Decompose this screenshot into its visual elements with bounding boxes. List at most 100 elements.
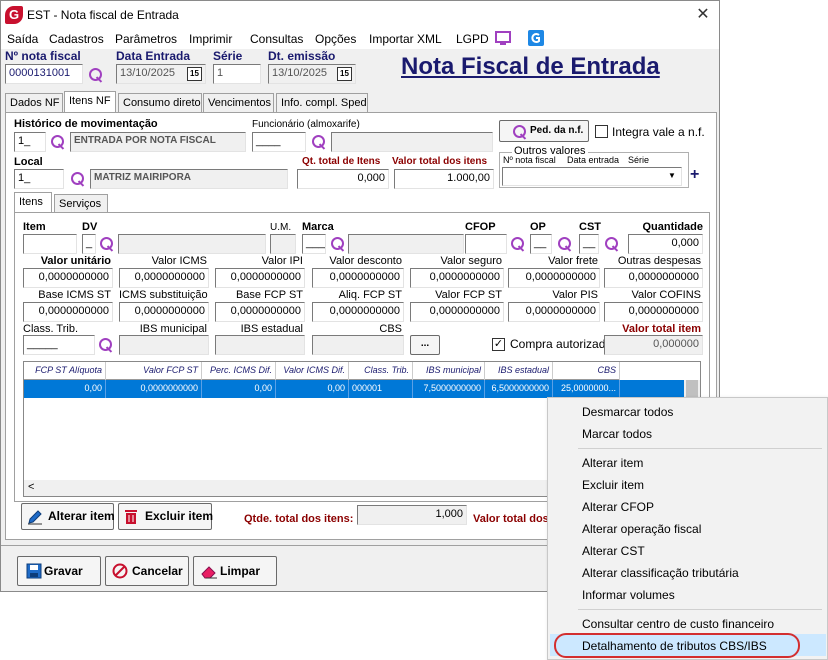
grid-header-cell[interactable]: Valor FCP ST bbox=[106, 362, 202, 380]
menu-alterar-classificacao[interactable]: Alterar classificação tributária bbox=[582, 566, 739, 580]
grid-header-cell[interactable]: Perc. ICMS Dif. bbox=[202, 362, 276, 380]
menu-saida[interactable]: Saída bbox=[7, 32, 38, 46]
g-app-icon[interactable] bbox=[528, 30, 544, 46]
class-trib-input[interactable]: _____ bbox=[23, 335, 95, 355]
cfop-input[interactable] bbox=[465, 234, 507, 254]
quantidade-input[interactable]: 0,000 bbox=[628, 234, 703, 254]
historico-code-input[interactable]: 1_ bbox=[14, 132, 46, 152]
grid-cell[interactable]: 0,00 bbox=[276, 380, 349, 398]
valor-fcp-st-input[interactable]: 0,0000000000 bbox=[410, 302, 504, 322]
grid-header-cell[interactable]: CBS bbox=[553, 362, 620, 380]
marca-input[interactable]: ____ bbox=[302, 234, 326, 254]
cancelar-button[interactable]: Cancelar bbox=[105, 556, 189, 586]
excluir-item-button[interactable]: Excluir item bbox=[118, 503, 213, 530]
nota-fiscal-search-icon[interactable] bbox=[88, 67, 104, 83]
compra-autorizada-checkbox[interactable]: ✓ bbox=[492, 338, 505, 351]
grid-cell[interactable]: 0,0000000000 bbox=[106, 380, 202, 398]
base-icms-st-input[interactable]: 0,0000000000 bbox=[23, 302, 113, 322]
grid-header-cell[interactable]: IBS estadual bbox=[485, 362, 553, 380]
cbs-detail-button[interactable]: ... bbox=[410, 335, 440, 355]
menu-desmarcar-todos[interactable]: Desmarcar todos bbox=[582, 405, 673, 419]
funcionario-input[interactable]: ____ bbox=[252, 132, 306, 152]
grid-cell[interactable]: 0,00 bbox=[202, 380, 276, 398]
marca-search-icon[interactable] bbox=[330, 236, 346, 252]
add-icon[interactable]: + bbox=[690, 166, 699, 184]
menu-importar-xml[interactable]: Importar XML bbox=[369, 32, 442, 46]
menu-excluir-item[interactable]: Excluir item bbox=[582, 478, 644, 492]
cfop-search-icon[interactable] bbox=[510, 236, 526, 252]
grid-header-cell[interactable]: Class. Trib. bbox=[349, 362, 413, 380]
menu-cadastros[interactable]: Cadastros bbox=[49, 32, 104, 46]
tab-itens-nf[interactable]: Itens NF bbox=[64, 91, 116, 113]
tab-dados-nf[interactable]: Dados NF bbox=[5, 93, 63, 113]
grid-cell[interactable]: 000001 bbox=[349, 380, 413, 398]
menu-consultar-centro-custo[interactable]: Consultar centro de custo financeiro bbox=[582, 617, 774, 631]
menu-imprimir[interactable]: Imprimir bbox=[189, 32, 232, 46]
tab-info-compl-sped[interactable]: Info. compl. Sped bbox=[276, 93, 368, 113]
local-search-icon[interactable] bbox=[70, 171, 86, 187]
menu-alterar-cst[interactable]: Alterar CST bbox=[582, 544, 645, 558]
tab-consumo-direto[interactable]: Consumo direto bbox=[118, 93, 202, 113]
menu-consultas[interactable]: Consultas bbox=[250, 32, 303, 46]
tab-vencimentos[interactable]: Vencimentos bbox=[203, 93, 274, 113]
valor-ipi-input[interactable]: 0,0000000000 bbox=[215, 268, 305, 288]
um-label: U.M. bbox=[270, 222, 292, 233]
nota-fiscal-input[interactable]: 0000131001 bbox=[5, 64, 83, 84]
historico-search-icon[interactable] bbox=[50, 134, 66, 150]
menu-alterar-item[interactable]: Alterar item bbox=[582, 456, 643, 470]
valor-seguro-input[interactable]: 0,0000000000 bbox=[410, 268, 504, 288]
monitor-icon[interactable] bbox=[495, 31, 511, 46]
aliq-fcp-st-input[interactable]: 0,0000000000 bbox=[312, 302, 404, 322]
dv-input[interactable]: _ bbox=[82, 234, 96, 254]
valor-frete-input[interactable]: 0,0000000000 bbox=[508, 268, 600, 288]
grid-header-cell[interactable]: FCP ST Alíquota bbox=[24, 362, 106, 380]
limpar-button[interactable]: Limpar bbox=[193, 556, 277, 586]
historico-label: Histórico de movimentação bbox=[14, 118, 158, 130]
gravar-button[interactable]: Gravar bbox=[17, 556, 101, 586]
tab-itens[interactable]: Itens bbox=[14, 192, 52, 214]
close-icon[interactable]: ✕ bbox=[691, 4, 715, 26]
table-row[interactable]: 0,00 0,0000000000 0,00 0,00 000001 7,500… bbox=[24, 380, 684, 398]
scroll-left-icon[interactable]: < bbox=[28, 481, 34, 493]
menu-alterar-cfop[interactable]: Alterar CFOP bbox=[582, 500, 654, 514]
ped-nf-button[interactable]: Ped. da n.f. bbox=[499, 120, 589, 142]
valor-icms-input[interactable]: 0,0000000000 bbox=[119, 268, 209, 288]
menu-informar-volumes[interactable]: Informar volumes bbox=[582, 588, 675, 602]
valor-desconto-input[interactable]: 0,0000000000 bbox=[312, 268, 404, 288]
dropdown-arrow-icon[interactable]: ▼ bbox=[668, 171, 676, 180]
item-search-icon[interactable] bbox=[99, 236, 115, 252]
op-input[interactable]: __ bbox=[530, 234, 552, 254]
tab-servicos[interactable]: Serviços bbox=[54, 194, 108, 214]
valor-unitario-input[interactable]: 0,0000000000 bbox=[23, 268, 113, 288]
outros-valores-select[interactable] bbox=[502, 167, 682, 186]
menu-parametros[interactable]: Parâmetros bbox=[115, 32, 177, 46]
outras-despesas-input[interactable]: 0,0000000000 bbox=[604, 268, 703, 288]
save-disk-icon bbox=[26, 563, 42, 579]
menu-alterar-operacao-fiscal[interactable]: Alterar operação fiscal bbox=[582, 522, 701, 536]
menu-opcoes[interactable]: Opções bbox=[315, 32, 356, 46]
menu-lgpd[interactable]: LGPD bbox=[456, 32, 489, 46]
grid-header-cell[interactable]: Valor ICMS Dif. bbox=[276, 362, 349, 380]
class-trib-search-icon[interactable] bbox=[98, 337, 114, 353]
serie-input[interactable]: 1 bbox=[213, 64, 261, 84]
grid-cell[interactable]: 0,00 bbox=[24, 380, 106, 398]
grid-header-cell[interactable]: IBS municipal bbox=[413, 362, 485, 380]
op-search-icon[interactable] bbox=[557, 236, 573, 252]
item-input[interactable] bbox=[23, 234, 77, 254]
cst-search-icon[interactable] bbox=[604, 236, 620, 252]
valor-cofins-input[interactable]: 0,0000000000 bbox=[604, 302, 703, 322]
integra-checkbox[interactable] bbox=[595, 125, 608, 138]
grid-cell[interactable]: 7,5000000000 bbox=[413, 380, 485, 398]
cst-input[interactable]: __ bbox=[579, 234, 599, 254]
grid-cell[interactable]: 6,5000000000 bbox=[485, 380, 553, 398]
local-code-input[interactable]: 1_ bbox=[14, 169, 64, 189]
funcionario-search-icon[interactable] bbox=[311, 134, 327, 150]
calendar-icon[interactable]: 15 bbox=[337, 67, 352, 81]
menu-marcar-todos[interactable]: Marcar todos bbox=[582, 427, 652, 441]
calendar-icon[interactable]: 15 bbox=[187, 67, 202, 81]
alterar-item-button[interactable]: Alterar item bbox=[21, 503, 115, 530]
grid-cell[interactable]: 25,0000000... bbox=[553, 380, 620, 398]
base-fcp-st-input[interactable]: 0,0000000000 bbox=[215, 302, 305, 322]
valor-pis-input[interactable]: 0,0000000000 bbox=[508, 302, 600, 322]
icms-substituicao-input[interactable]: 0,0000000000 bbox=[119, 302, 209, 322]
